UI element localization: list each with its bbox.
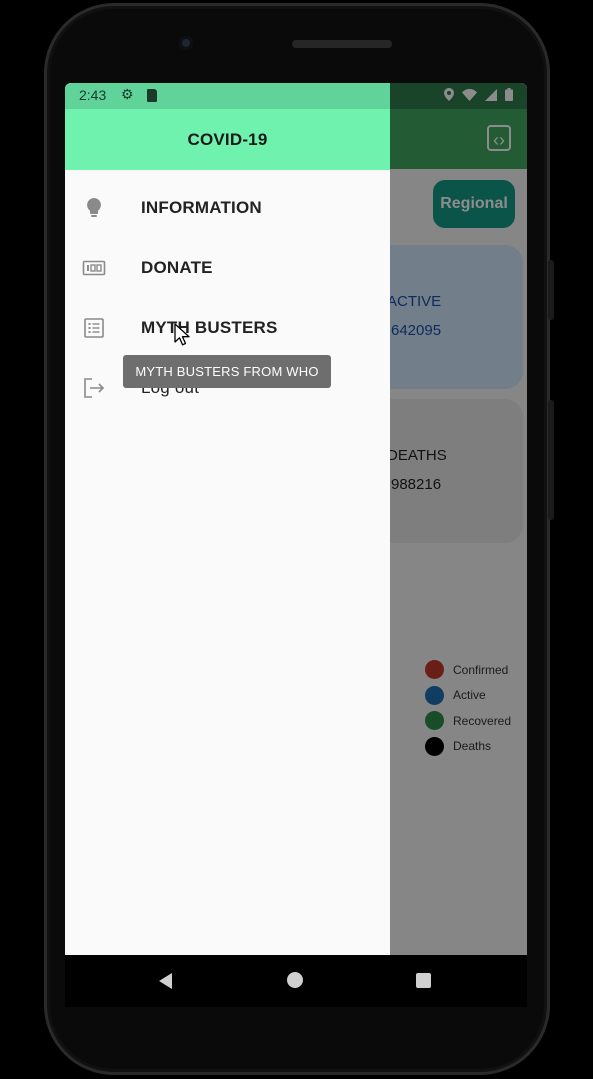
sd-card-icon — [147, 89, 157, 102]
navigation-drawer: 2:43 ⚙ COVID-19 INFORMATION DONATE MYTH … — [65, 83, 390, 955]
drawer-title: COVID-19 — [187, 129, 268, 149]
menu-item-information[interactable]: INFORMATION — [65, 181, 390, 237]
back-button-icon[interactable] — [159, 973, 172, 989]
front-camera — [179, 36, 193, 50]
screen: ‹› Regional ACTIVE 642095 DEATHS 988216 … — [65, 83, 527, 955]
settings-gear-icon: ⚙ — [121, 86, 134, 102]
system-navigation-bar — [65, 955, 527, 1007]
mouse-pointer-icon — [174, 323, 190, 346]
logout-icon — [84, 378, 105, 398]
donate-icon — [82, 260, 106, 276]
volume-button — [548, 260, 554, 320]
status-bar: 2:43 ⚙ — [65, 83, 390, 109]
earpiece-speaker — [292, 40, 392, 48]
list-icon — [84, 318, 104, 338]
power-button — [548, 400, 554, 520]
menu-label-myth-busters: MYTH BUSTERS — [141, 318, 278, 337]
recent-apps-button-icon[interactable] — [416, 973, 431, 988]
home-button-icon[interactable] — [287, 972, 303, 988]
menu-label-donate: DONATE — [141, 258, 213, 277]
myth-busters-tooltip: MYTH BUSTERS FROM WHO — [123, 355, 331, 388]
menu-item-donate[interactable]: DONATE — [65, 241, 390, 297]
status-time: 2:43 — [79, 87, 107, 103]
lightbulb-icon — [87, 198, 101, 217]
menu-label-information: INFORMATION — [141, 198, 262, 217]
menu-item-myth-busters[interactable]: MYTH BUSTERS — [65, 301, 390, 357]
drawer-header: COVID-19 — [65, 109, 390, 170]
